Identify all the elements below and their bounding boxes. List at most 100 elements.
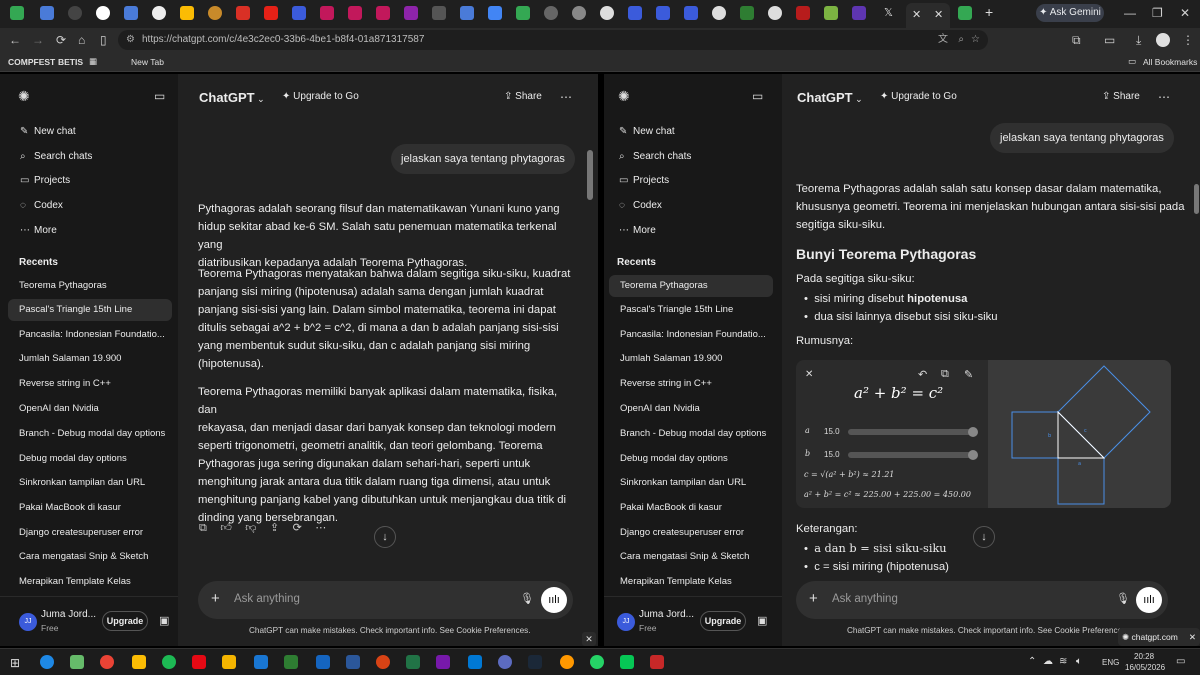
taskbar-app-icon[interactable] xyxy=(376,655,390,669)
recent-chat[interactable]: Cara mengatasi Snip & Sketch xyxy=(8,546,172,568)
tab-favicon[interactable] xyxy=(68,6,82,20)
upgrade-button[interactable]: Upgrade xyxy=(700,611,746,631)
profile-avatar[interactable] xyxy=(1156,33,1170,47)
site-info-icon[interactable]: ⚙ xyxy=(126,30,135,50)
url-bar[interactable]: ⚙ https://chatgpt.com/c/4e3c2ec0-33b6-4b… xyxy=(118,30,988,50)
recent-chat[interactable]: Reverse string in C++ xyxy=(609,373,773,395)
slider-a-thumb[interactable] xyxy=(968,427,978,437)
tab-favicon[interactable] xyxy=(376,6,390,20)
taskbar-app-icon[interactable] xyxy=(70,655,84,669)
notification-icon[interactable]: ▭ xyxy=(1176,656,1185,667)
microphone-icon[interactable]: 🎙︎ xyxy=(1116,592,1130,605)
copy-icon[interactable]: ⧉ xyxy=(941,368,949,381)
openai-logo-icon[interactable]: ✺ xyxy=(18,88,30,105)
close-tab-icon[interactable]: ✕ xyxy=(912,8,921,21)
close-window-icon[interactable]: ✕ xyxy=(1180,6,1190,20)
microphone-icon[interactable]: 🎙︎ xyxy=(520,592,534,605)
tab-favicon[interactable] xyxy=(96,6,110,20)
bookmark-betis[interactable]: BETIS xyxy=(58,57,83,67)
bookmark-new-tab[interactable]: New Tab xyxy=(131,57,164,67)
recent-chat[interactable]: Sinkronkan tampilan dan URL xyxy=(609,472,773,494)
scrollbar-thumb[interactable] xyxy=(587,150,593,200)
tab-favicon[interactable] xyxy=(684,6,698,20)
start-windows-icon[interactable]: ⊞ xyxy=(10,656,20,670)
tab-favicon[interactable] xyxy=(796,6,810,20)
sidebar-item-new-chat[interactable]: ✎ New chat xyxy=(20,126,76,137)
reload-icon[interactable]: ⟳ xyxy=(56,33,66,47)
forward-icon[interactable]: → xyxy=(32,33,44,47)
tab-favicon[interactable] xyxy=(488,6,502,20)
sidebar-item-codex[interactable]: ◌ Codex xyxy=(619,200,662,211)
taskbar-app-icon[interactable] xyxy=(498,655,512,669)
recent-chat[interactable]: Django createsuperuser error xyxy=(609,522,773,544)
recent-chat[interactable]: Branch - Debug modal day options xyxy=(609,423,773,445)
thumbs-up-icon[interactable]: 👍︎ xyxy=(220,521,232,534)
gift-icon[interactable]: ▣ xyxy=(159,614,169,627)
tab-favicon[interactable] xyxy=(404,6,418,20)
tab-favicon[interactable] xyxy=(236,6,250,20)
back-icon[interactable]: ← xyxy=(9,33,21,47)
taskbar-app-icon[interactable] xyxy=(254,655,268,669)
maximize-icon[interactable]: ❐ xyxy=(1152,6,1163,20)
tab-favicon[interactable] xyxy=(264,6,278,20)
regenerate-icon[interactable]: ⟳ xyxy=(293,521,302,534)
sidebar-item-more[interactable]: ⋯ More xyxy=(20,225,57,236)
openai-logo-icon[interactable]: ✺ xyxy=(618,88,630,105)
taskbar-app-icon[interactable] xyxy=(316,655,330,669)
taskbar-app-icon[interactable] xyxy=(406,655,420,669)
close-widget-icon[interactable]: ✕ xyxy=(805,369,813,380)
recent-chat[interactable]: Debug modal day options xyxy=(609,448,773,470)
tab-favicon[interactable] xyxy=(656,6,670,20)
bookmark-star-icon[interactable]: ☆ xyxy=(971,30,980,50)
tab-favicon[interactable] xyxy=(600,6,614,20)
clock-time[interactable]: 20:28 xyxy=(1134,652,1154,661)
recent-chat[interactable]: Merapikan Template Kelas xyxy=(609,571,773,593)
more-options-icon[interactable]: ⋯ xyxy=(1158,90,1170,104)
taskbar-app-icon[interactable] xyxy=(560,655,574,669)
clock-date[interactable]: 16/05/2026 xyxy=(1125,663,1165,672)
ask-gemini-button[interactable]: ✦ Ask Gemini xyxy=(1036,4,1104,22)
slider-a[interactable] xyxy=(848,429,976,435)
sidebar-toggle-icon[interactable]: ▭ xyxy=(752,89,763,103)
model-selector[interactable]: ChatGPT ⌄ xyxy=(199,90,265,105)
taskbar-app-icon[interactable] xyxy=(468,655,482,669)
recent-chat[interactable]: Pancasila: Indonesian Foundatio... xyxy=(609,324,773,346)
tab-favicon[interactable] xyxy=(348,6,362,20)
recent-chat[interactable]: Jumlah Salaman 19.900 xyxy=(8,348,172,370)
taskbar-app-icon[interactable] xyxy=(346,655,360,669)
tab-favicon[interactable] xyxy=(516,6,530,20)
new-tab-icon[interactable]: + xyxy=(985,4,993,20)
tab-favicon[interactable] xyxy=(320,6,334,20)
taskbar-app-icon[interactable] xyxy=(40,655,54,669)
recent-chat[interactable]: Pancasila: Indonesian Foundatio... xyxy=(8,324,172,346)
share-button[interactable]: ⇪ Share xyxy=(1102,91,1140,102)
menu-icon[interactable]: ⋮ xyxy=(1182,33,1194,47)
all-bookmarks[interactable]: All Bookmarks xyxy=(1143,57,1197,67)
recent-chat[interactable]: Debug modal day options xyxy=(8,448,172,470)
sidebar-item-search[interactable]: ⌕ Search chats xyxy=(20,151,92,162)
recent-chat[interactable]: Teorema Pythagoras xyxy=(8,275,172,297)
wifi-icon[interactable]: ≋ xyxy=(1059,656,1067,667)
tab-favicon[interactable] xyxy=(544,6,558,20)
tab-favicon[interactable] xyxy=(180,6,194,20)
share-button[interactable]: ⇪ Share xyxy=(504,91,542,102)
voice-mode-button[interactable]: ıılı xyxy=(1136,587,1162,613)
tab-favicon[interactable] xyxy=(572,6,586,20)
x-icon[interactable]: 𝕏 xyxy=(884,6,893,19)
sidebar-toggle-icon[interactable]: ▭ xyxy=(154,89,165,103)
composer[interactable]: + Ask anything 🎙︎ ıılı xyxy=(198,581,573,619)
apps-grid-icon[interactable]: ▦ xyxy=(89,56,97,67)
tab-favicon[interactable] xyxy=(712,6,726,20)
toast-chip[interactable]: ✺ chatgpt.com ✕ xyxy=(1118,628,1200,646)
taskbar-app-icon[interactable] xyxy=(284,655,298,669)
tab-favicon[interactable] xyxy=(208,6,222,20)
taskbar-app-icon[interactable] xyxy=(100,655,114,669)
more-options-icon[interactable]: ⋯ xyxy=(560,90,572,104)
close-tab-icon[interactable]: ✕ xyxy=(934,8,943,21)
recent-chat[interactable]: OpenAI dan Nvidia xyxy=(609,398,773,420)
sidebar-item-more[interactable]: ⋯ More xyxy=(619,225,656,236)
split-view-icon[interactable]: ▯ xyxy=(100,33,107,47)
copy-icon[interactable]: ⧉ xyxy=(199,522,207,535)
recent-chat[interactable]: Pascal's Triangle 15th Line xyxy=(8,299,172,321)
taskbar-app-icon[interactable] xyxy=(192,655,206,669)
